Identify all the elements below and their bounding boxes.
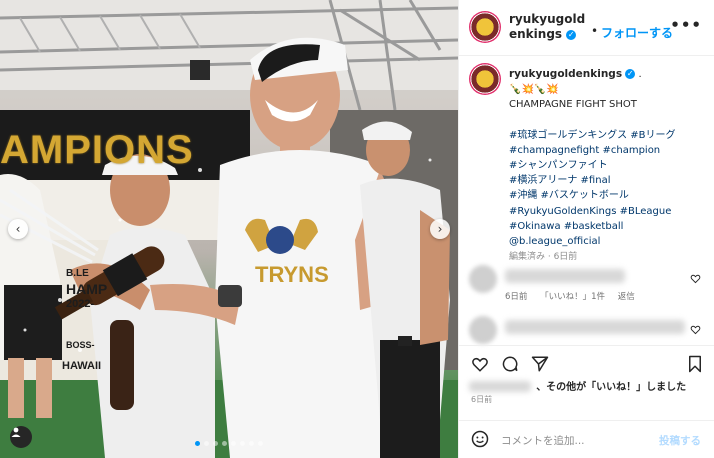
- carousel-dot: [222, 441, 227, 446]
- caption-emoji-line: 🍾💥🍾💥: [509, 84, 559, 96]
- comment-reply-button[interactable]: 返信: [618, 292, 635, 302]
- carousel-prev-button[interactable]: ‹: [8, 219, 28, 239]
- tagged-users-button[interactable]: [10, 426, 32, 448]
- heart-icon[interactable]: [690, 273, 701, 284]
- heart-icon[interactable]: [690, 324, 701, 335]
- carousel-dot: [213, 441, 218, 446]
- carousel-dot: [204, 441, 209, 446]
- verified-badge-icon: ✓: [625, 69, 636, 79]
- banner-left-top: B.LE: [66, 268, 89, 279]
- hashtag-line[interactable]: #横浜アリーナ #final: [509, 173, 705, 188]
- celebration-photo: TRYNS: [0, 0, 458, 458]
- shirt-text: TRYNS: [255, 262, 329, 287]
- caption-trailing-dot: .: [638, 69, 642, 80]
- hashtag-line[interactable]: #Okinawa #basketball: [509, 219, 705, 234]
- post-date: 6日前: [471, 395, 493, 404]
- like-icon[interactable]: [471, 355, 489, 373]
- post-actions: [459, 345, 714, 379]
- more-options-icon[interactable]: •••: [670, 16, 702, 34]
- carousel-next-button[interactable]: ›: [430, 219, 450, 239]
- comment-meta: 6日前 「いいね！」1件 返信: [505, 290, 645, 302]
- carousel-dot: [249, 441, 254, 446]
- post-photo[interactable]: TRYNS AMPIONS B.LE HAMP 2022- BOSS- HAWA…: [0, 0, 458, 458]
- hashtag-line[interactable]: #沖縄 #バスケットボール: [509, 188, 705, 203]
- comment-text-blurred: [505, 320, 685, 334]
- comment-row: 6日前 「いいね！」1件 返信: [469, 265, 705, 305]
- commenter-avatar[interactable]: [469, 265, 497, 293]
- post-sidebar: ryukyugoldenkings ✓ • フォローする ••• ryukyug…: [458, 0, 714, 458]
- follow-button[interactable]: フォローする: [601, 24, 673, 41]
- banner-left-boss: BOSS-: [66, 340, 95, 350]
- caption-meta: 編集済み · 6日前: [509, 252, 578, 263]
- header-username-link[interactable]: ryukyugoldenkings ✓: [509, 12, 589, 42]
- banner-left-bot: HAWAII: [62, 360, 102, 372]
- comment-text-blurred: [505, 269, 625, 283]
- comment-icon[interactable]: [501, 355, 519, 373]
- hashtag-line[interactable]: #シャンパンファイト: [509, 158, 705, 173]
- carousel-dot: [231, 441, 236, 446]
- comment-input[interactable]: コメントを追加...: [501, 433, 585, 448]
- mention-link[interactable]: @b.league_official: [509, 234, 705, 249]
- hashtag-line[interactable]: #琉球ゴールデンキングス #Bリーグ: [509, 128, 705, 143]
- header-separator: •: [591, 24, 599, 38]
- carousel-dot: [195, 441, 200, 446]
- comment-likes[interactable]: 「いいね！」1件: [540, 292, 605, 302]
- likes-summary[interactable]: 、その他が「いいね！」しました: [469, 378, 686, 393]
- carousel-dot: [258, 441, 263, 446]
- comment-time: 6日前: [505, 292, 528, 302]
- post-comment-button[interactable]: 投稿する: [659, 433, 701, 448]
- carousel-dot: [240, 441, 245, 446]
- commenter-avatar[interactable]: [469, 316, 497, 344]
- caption-username[interactable]: ryukyugoldenkings: [509, 68, 622, 80]
- share-icon[interactable]: [531, 355, 549, 373]
- post-caption: ryukyugoldenkings ✓ . 🍾💥🍾💥 CHAMPAGNE FIG…: [459, 57, 714, 262]
- profile-avatar[interactable]: [469, 11, 501, 43]
- hashtag-line[interactable]: #RyukyuGoldenKings #BLeague: [509, 204, 705, 219]
- banner-champions-text: AMPIONS: [0, 128, 194, 172]
- bookmark-icon[interactable]: [687, 355, 703, 373]
- add-comment-bar: コメントを追加... 投稿する: [459, 420, 714, 458]
- hashtag-line[interactable]: #champagnefight #champion: [509, 143, 705, 158]
- caption-avatar[interactable]: [469, 63, 501, 95]
- carousel-indicator: [0, 441, 458, 446]
- verified-badge-icon: ✓: [566, 29, 577, 40]
- user-icon: [11, 427, 21, 437]
- emoji-icon[interactable]: [471, 430, 489, 448]
- banner-left-year: 2022-: [66, 298, 95, 310]
- caption-title: CHAMPAGNE FIGHT SHOT: [509, 99, 637, 111]
- banner-left-mid: HAMP: [66, 281, 108, 297]
- chevron-right-icon: ›: [437, 222, 443, 236]
- chevron-left-icon: ‹: [15, 222, 21, 236]
- liker-name-blurred: [469, 381, 531, 392]
- likes-summary-text: 、その他が「いいね！」しました: [536, 382, 687, 393]
- post-header: ryukyugoldenkings ✓ • フォローする •••: [459, 0, 714, 56]
